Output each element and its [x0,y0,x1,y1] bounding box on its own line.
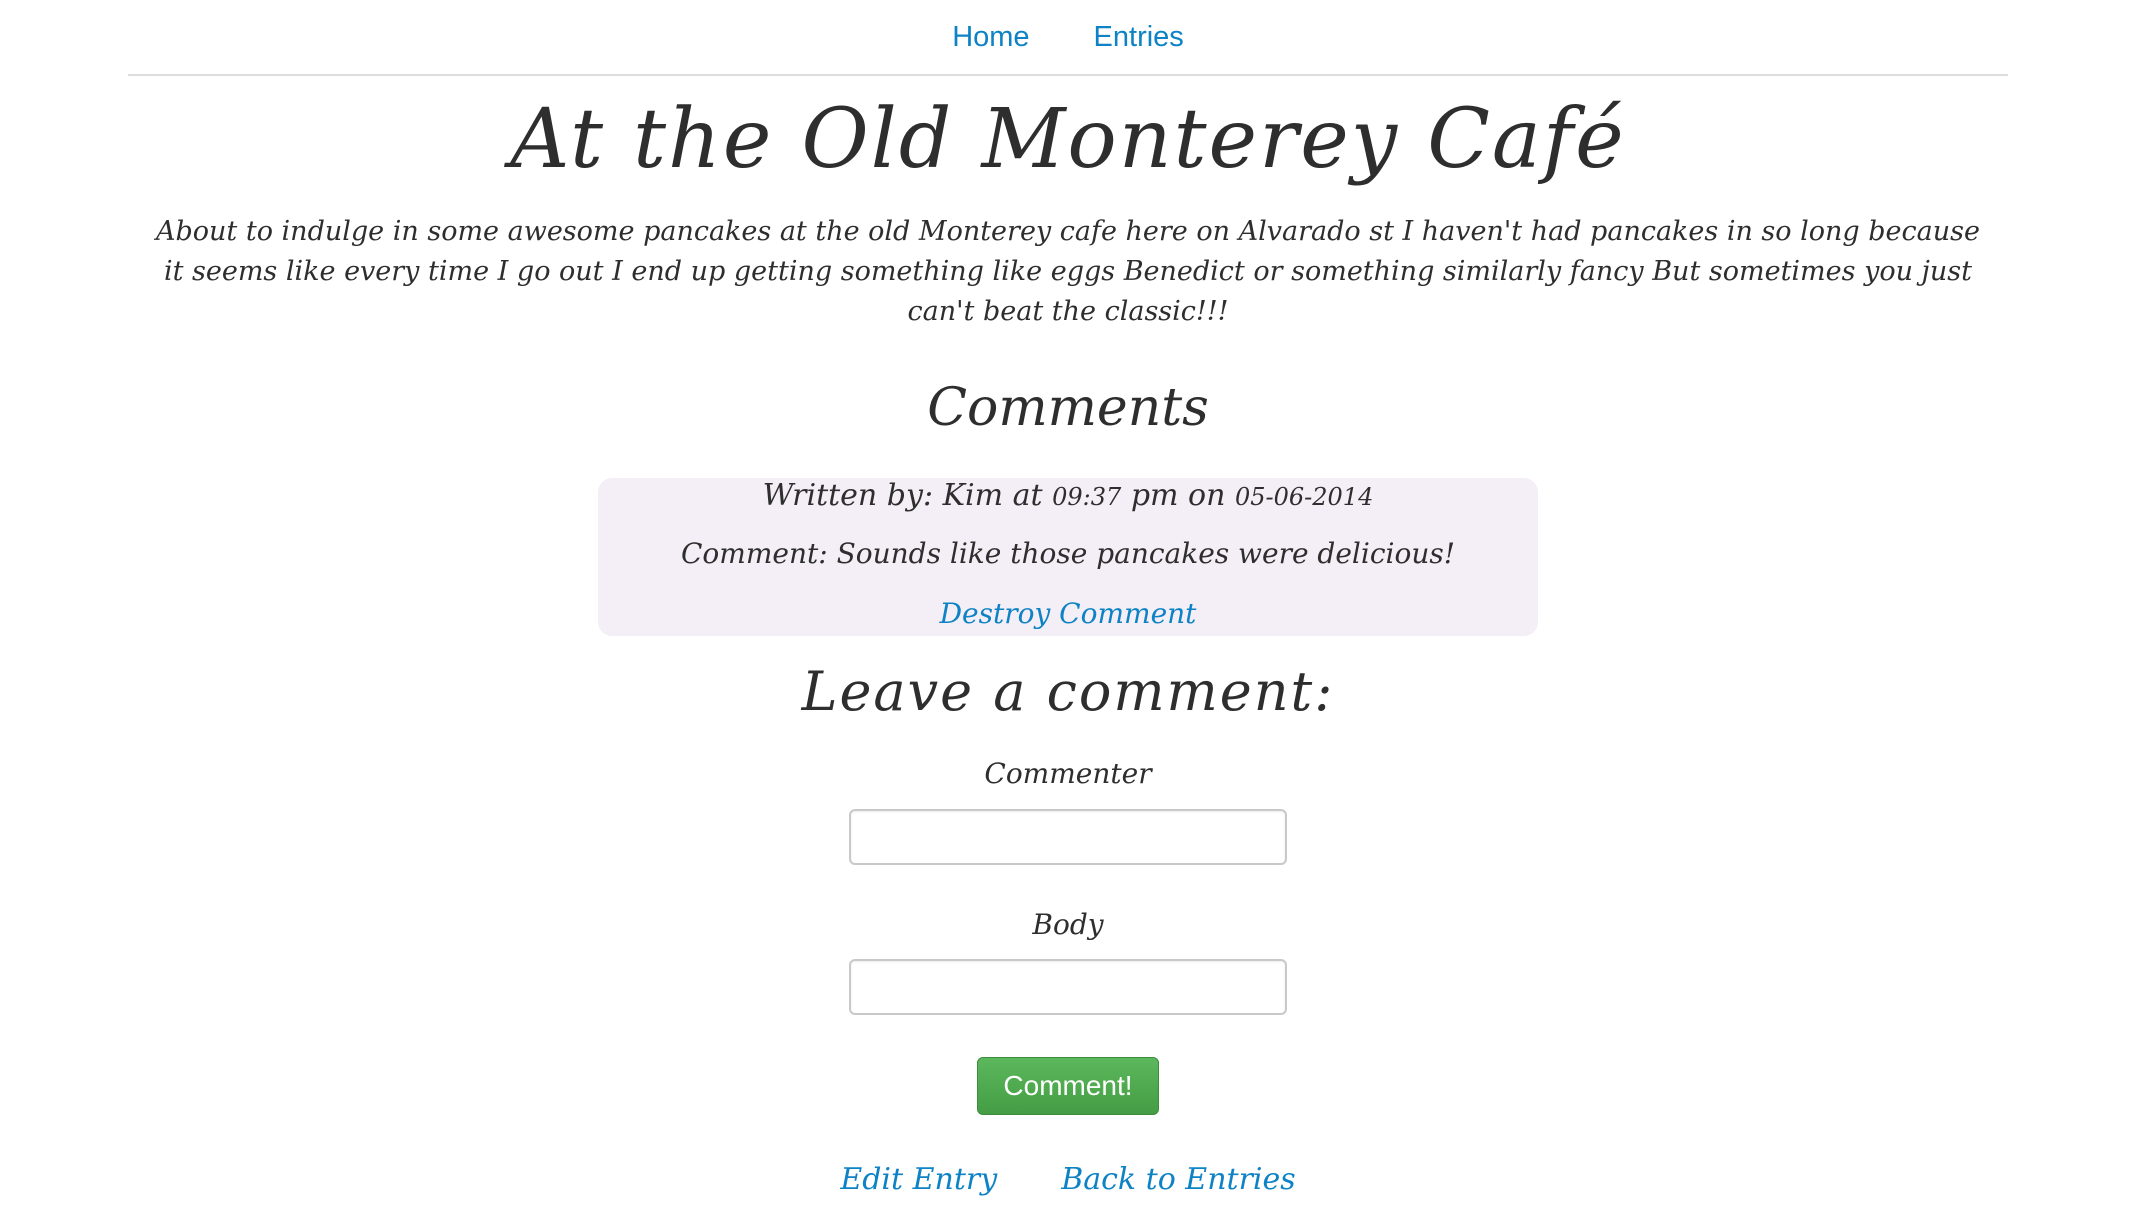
edit-entry-link[interactable]: Edit Entry [840,1162,997,1197]
at-label: at [1012,478,1043,513]
comment-meridiem: pm [1130,478,1179,513]
top-nav: Home Entries [128,0,2008,76]
comment-time: 09:37 [1052,483,1122,511]
leave-comment-heading: Leave a comment: [801,660,1335,723]
footer-links: Edit Entry Back to Entries [0,1162,2136,1197]
comment-text-row: Comment: Sounds like those pancakes were… [598,536,1538,572]
body-input[interactable] [849,959,1287,1015]
comment-meta: Written by: Kim at 09:37 pm on 05-06-201… [598,478,1538,515]
nav-entries-link[interactable]: Entries [1094,21,1184,54]
on-label: on [1188,478,1226,513]
comment-author: Kim [942,478,1004,513]
entry-body: About to indulge in some awesome pancake… [156,216,1980,327]
nav-home-link[interactable]: Home [952,21,1029,54]
comment-card: Written by: Kim at 09:37 pm on 05-06-201… [598,478,1538,636]
comment-label: Comment: [681,537,828,570]
comment-submit-button[interactable]: Comment! [977,1057,1159,1115]
destroy-comment-link[interactable]: Destroy Comment [598,596,1538,632]
back-to-entries-link[interactable]: Back to Entries [1061,1162,1295,1197]
commenter-label: Commenter [984,757,1152,790]
entry-title: At the Old Monterey Café [510,92,1626,187]
comment-date: 05-06-2014 [1234,483,1374,511]
commenter-input[interactable] [849,809,1287,865]
comments-heading: Comments [927,378,1209,438]
written-by-label: Written by: [762,478,934,513]
body-label: Body [1032,908,1104,941]
comment-body: Sounds like those pancakes were deliciou… [836,537,1455,570]
